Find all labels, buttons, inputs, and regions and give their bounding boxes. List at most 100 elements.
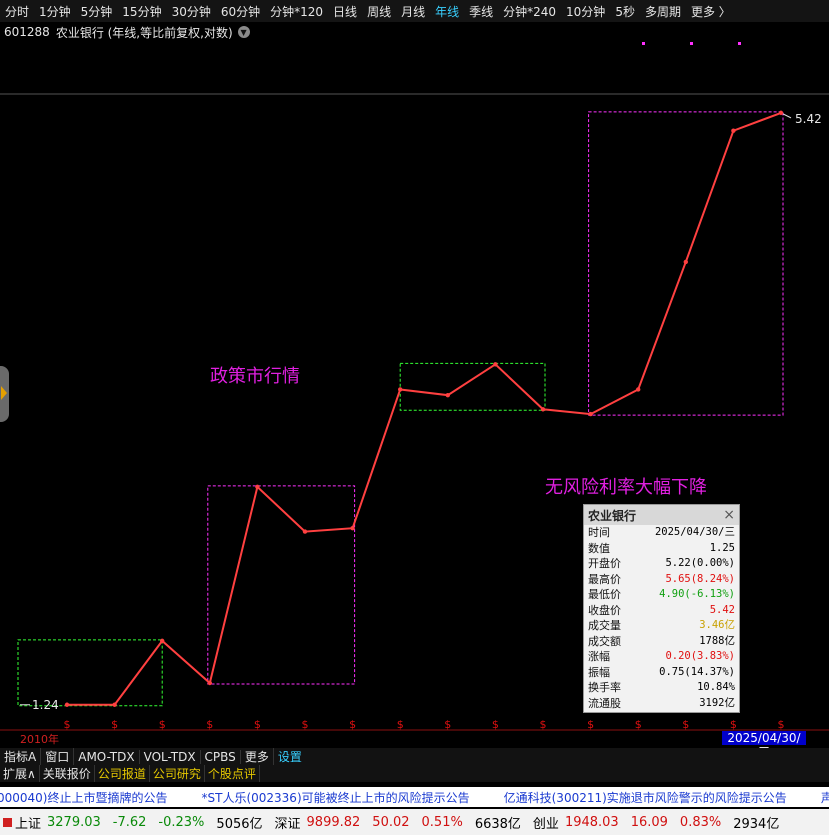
info-value: 1.25 <box>709 541 735 554</box>
indicator-tab-0[interactable]: 指标A <box>0 748 42 765</box>
dividend-marker-2016[interactable]: $ <box>349 718 356 731</box>
indicator-tabs: 指标A 窗口 AMO-TDX VOL-TDX CPBS 更多 设置 <box>0 748 829 765</box>
period-tab-3[interactable]: 15分钟 <box>117 3 166 20</box>
extension-tabs: 扩展∧ 关联报价 公司报道 公司研究 个股点评 <box>0 765 829 782</box>
period-tab-13[interactable]: 10分钟 <box>561 3 610 20</box>
data-point-2015[interactable] <box>302 529 308 534</box>
side-panel-toggle[interactable] <box>0 366 9 422</box>
index-name[interactable]: 上证 <box>15 813 41 832</box>
news-ticker[interactable]: 000040)终止上市暨摘牌的公告 *ST人乐(002336)可能被终止上市的风险… <box>0 787 829 807</box>
info-label: 涨幅 <box>588 650 610 663</box>
info-label: 数值 <box>588 541 610 555</box>
dividend-marker-2022[interactable]: $ <box>635 718 642 731</box>
period-tab-16[interactable]: 更多 〉 <box>686 3 736 20</box>
ticker-item[interactable]: 亿通科技(300211)实施退市风险警示的风险提示公告 <box>504 789 787 806</box>
max-value-label: 5.42 <box>795 112 822 126</box>
dividend-marker-2011[interactable]: $ <box>111 718 118 731</box>
highlight-region-1 <box>207 485 356 685</box>
data-point-2024[interactable] <box>731 128 736 133</box>
info-row: 涨幅 0.20(3.83%) <box>584 649 739 665</box>
dividend-marker-2014[interactable]: $ <box>254 718 261 731</box>
period-tab-12[interactable]: 分钟*240 <box>498 3 561 20</box>
ext-tab-0[interactable]: 扩展∧ <box>0 765 40 782</box>
ext-tab-2[interactable]: 公司报道 <box>95 765 150 782</box>
info-row: 成交额 1788亿 <box>584 634 739 650</box>
index-pct: 0.51% <box>421 814 463 830</box>
dividend-marker-2017[interactable]: $ <box>397 718 404 731</box>
data-point-2023[interactable] <box>683 259 688 265</box>
period-tab-10[interactable]: 年线 <box>430 3 464 20</box>
index-name[interactable]: 创业 <box>533 813 559 832</box>
data-point-2017[interactable] <box>398 387 403 392</box>
data-point-2016[interactable] <box>350 526 355 531</box>
index-change: 16.09 <box>630 814 668 830</box>
index-status-bar: 上证 3279.03 -7.62 -0.23% 5056亿 深证 9899.82 50.02 0… <box>0 809 829 835</box>
ticker-item[interactable]: *ST人乐(002336)可能被终止上市的风险提示公告 <box>202 789 470 806</box>
data-point-2018[interactable] <box>445 392 450 398</box>
period-tab-7[interactable]: 日线 <box>328 3 362 20</box>
data-point-2011[interactable] <box>112 702 117 707</box>
info-label: 振幅 <box>588 665 610 679</box>
dividend-marker-2021[interactable]: $ <box>587 718 594 731</box>
period-tab-6[interactable]: 分钟*120 <box>265 3 328 20</box>
period-tab-14[interactable]: 5秒 <box>610 3 640 20</box>
dividend-marker-2019[interactable]: $ <box>492 718 499 731</box>
dividend-marker-2015[interactable]: $ <box>302 718 309 731</box>
data-point-2019[interactable] <box>493 362 498 367</box>
data-point-2021[interactable] <box>588 411 593 417</box>
info-label: 最低价 <box>588 588 621 601</box>
data-point-2022[interactable] <box>636 387 641 392</box>
info-label: 流通股 <box>588 696 621 710</box>
period-tab-15[interactable]: 多周期 <box>640 3 686 20</box>
indicator-tab-1[interactable]: 窗口 <box>41 748 75 765</box>
data-point-2013[interactable] <box>207 680 212 686</box>
period-tab-4[interactable]: 30分钟 <box>167 3 216 20</box>
dividend-marker-2025[interactable]: $ <box>778 718 785 731</box>
arrow-right-icon <box>1 386 7 400</box>
index-pct: 0.83% <box>679 814 722 830</box>
chevron-down-icon[interactable]: ▼ <box>237 26 250 38</box>
data-point-2010[interactable] <box>64 702 70 707</box>
period-tab-0[interactable]: 分时 <box>0 3 34 20</box>
indicator-tab-3[interactable]: VOL-TDX <box>140 749 201 764</box>
indicator-tab-5[interactable]: 更多 <box>241 748 274 765</box>
indicator-dot-1 <box>690 42 693 45</box>
ext-tab-1[interactable]: 关联报价 <box>40 765 95 782</box>
data-point-2020[interactable] <box>540 407 546 412</box>
data-point-2014[interactable] <box>255 484 260 490</box>
info-row: 振幅 0.75(14.37%) <box>584 665 739 681</box>
info-value: 5.42 <box>709 603 735 616</box>
index-change: 50.02 <box>372 814 410 830</box>
dividend-marker-2013[interactable]: $ <box>206 718 213 731</box>
ticker-item[interactable]: 声 <box>821 789 829 806</box>
ext-tab-4[interactable]: 个股点评 <box>205 765 260 782</box>
dividend-marker-2018[interactable]: $ <box>444 718 451 731</box>
indicator-tab-4[interactable]: CPBS <box>201 749 241 764</box>
indicator-tab-6[interactable]: 设置 <box>274 748 306 765</box>
dividend-marker-2020[interactable]: $ <box>540 718 547 731</box>
info-rows: 时间 2025/04/30/三 数值 1.25 开盘价 5.22(0.00%) 最高价 5.6… <box>584 525 739 711</box>
period-tab-8[interactable]: 周线 <box>362 3 396 20</box>
period-tab-9[interactable]: 月线 <box>396 3 430 20</box>
period-tab-11[interactable]: 季线 <box>464 3 498 20</box>
dividend-marker-2010[interactable]: $ <box>64 718 71 731</box>
close-icon[interactable]: × <box>723 507 735 523</box>
info-row: 成交量 3.46亿 <box>584 618 739 634</box>
period-tab-2[interactable]: 5分钟 <box>76 3 118 20</box>
ticker-item[interactable]: 000040)终止上市暨摘牌的公告 <box>0 789 168 806</box>
dividend-marker-2024[interactable]: $ <box>730 718 737 731</box>
data-point-2012[interactable] <box>160 638 165 644</box>
info-row: 换手率 10.84% <box>584 680 739 696</box>
info-window-header[interactable]: 农业银行 × <box>584 505 739 525</box>
dividend-marker-2023[interactable]: $ <box>682 718 689 731</box>
stock-code: 601288 <box>4 25 50 39</box>
info-row: 最低价 4.90(-6.13%) <box>584 587 739 603</box>
ext-tab-3[interactable]: 公司研究 <box>150 765 205 782</box>
period-tab-1[interactable]: 1分钟 <box>34 3 76 20</box>
data-point-2025[interactable] <box>778 110 784 116</box>
info-row: 时间 2025/04/30/三 <box>584 525 739 541</box>
index-name[interactable]: 深证 <box>275 813 301 832</box>
period-tab-5[interactable]: 60分钟 <box>216 3 265 20</box>
dividend-marker-2012[interactable]: $ <box>159 718 166 731</box>
indicator-tab-2[interactable]: AMO-TDX <box>74 749 140 764</box>
